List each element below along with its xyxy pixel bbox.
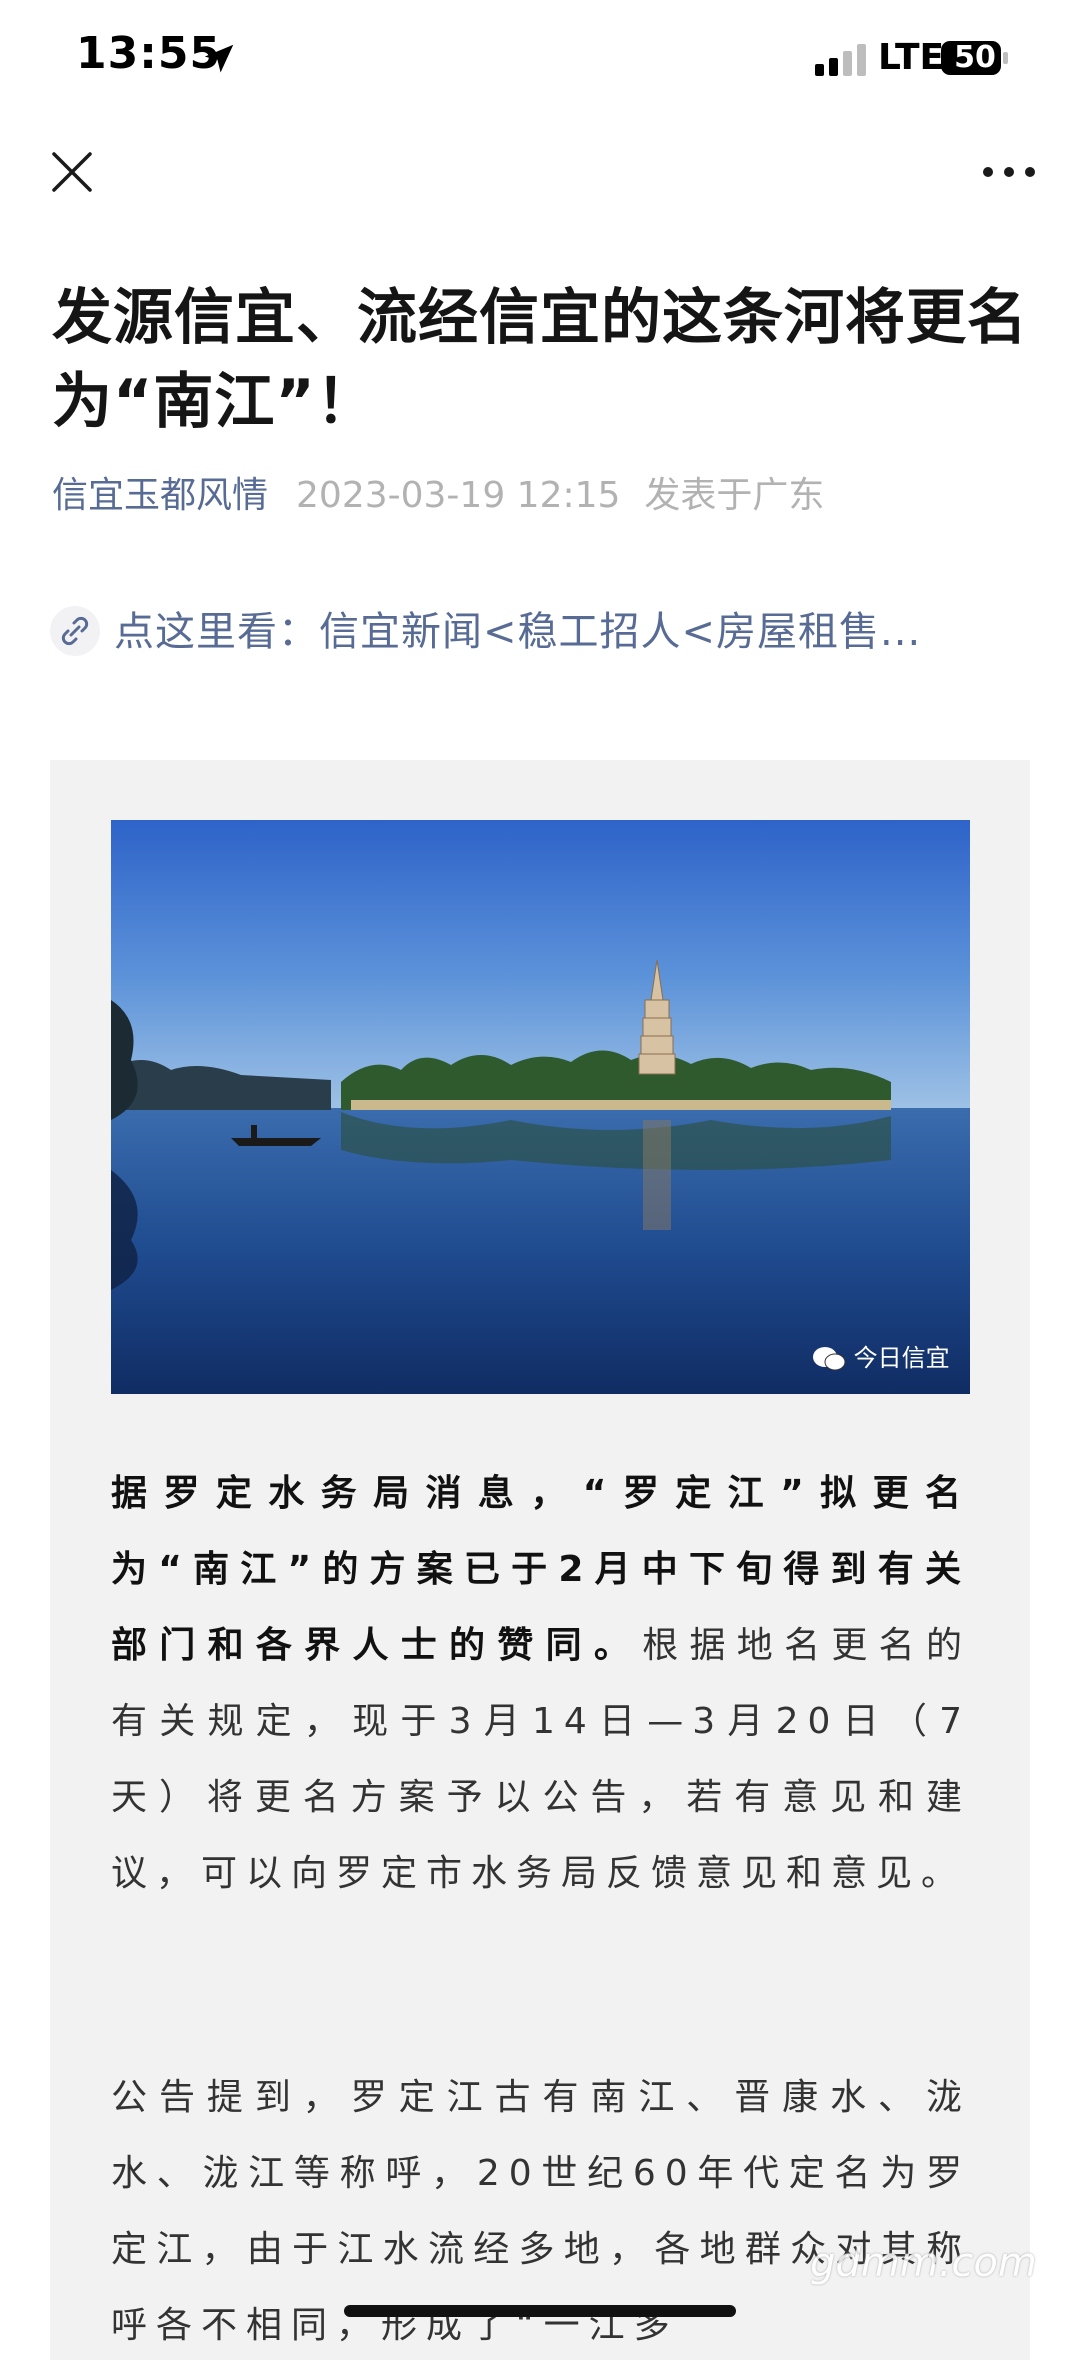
image-watermark: 今日信宜	[812, 1338, 950, 1373]
publish-date: 2023-03-19 12:15	[296, 475, 621, 516]
signal-icon	[815, 44, 866, 76]
publish-location: 发表于广东	[644, 475, 825, 516]
home-indicator[interactable]	[344, 2305, 736, 2317]
account-name-link[interactable]: 信宜玉都风情	[52, 475, 268, 516]
promo-link-text: 点这里看：信宜新闻<稳工招人<房屋租售...	[114, 609, 922, 655]
article-image	[111, 820, 970, 1394]
battery-level: 50	[954, 40, 996, 75]
promo-link[interactable]: 点这里看：信宜新闻<稳工招人<房屋租售...	[50, 602, 1030, 662]
location-arrow-icon	[204, 44, 234, 73]
article-title: 发源信宜、流经信宜的这条河将更名为“南江”！	[52, 283, 1028, 437]
network-label: LTE	[878, 37, 945, 78]
article-meta: 信宜玉都风情 2023-03-19 12:15 发表于广东	[52, 466, 824, 518]
more-icon[interactable]	[982, 160, 1036, 184]
paragraph-1: 据罗定水务局消息，“罗定江”拟更名为“南江”的方案已于2月中下旬得到有关部门和各…	[111, 1456, 971, 1912]
close-icon[interactable]	[50, 150, 94, 194]
link-icon	[50, 606, 100, 656]
site-watermark: gdmm.com	[810, 2240, 1037, 2286]
image-watermark-text: 今日信宜	[853, 1344, 950, 1372]
wechat-icon	[813, 1347, 846, 1371]
